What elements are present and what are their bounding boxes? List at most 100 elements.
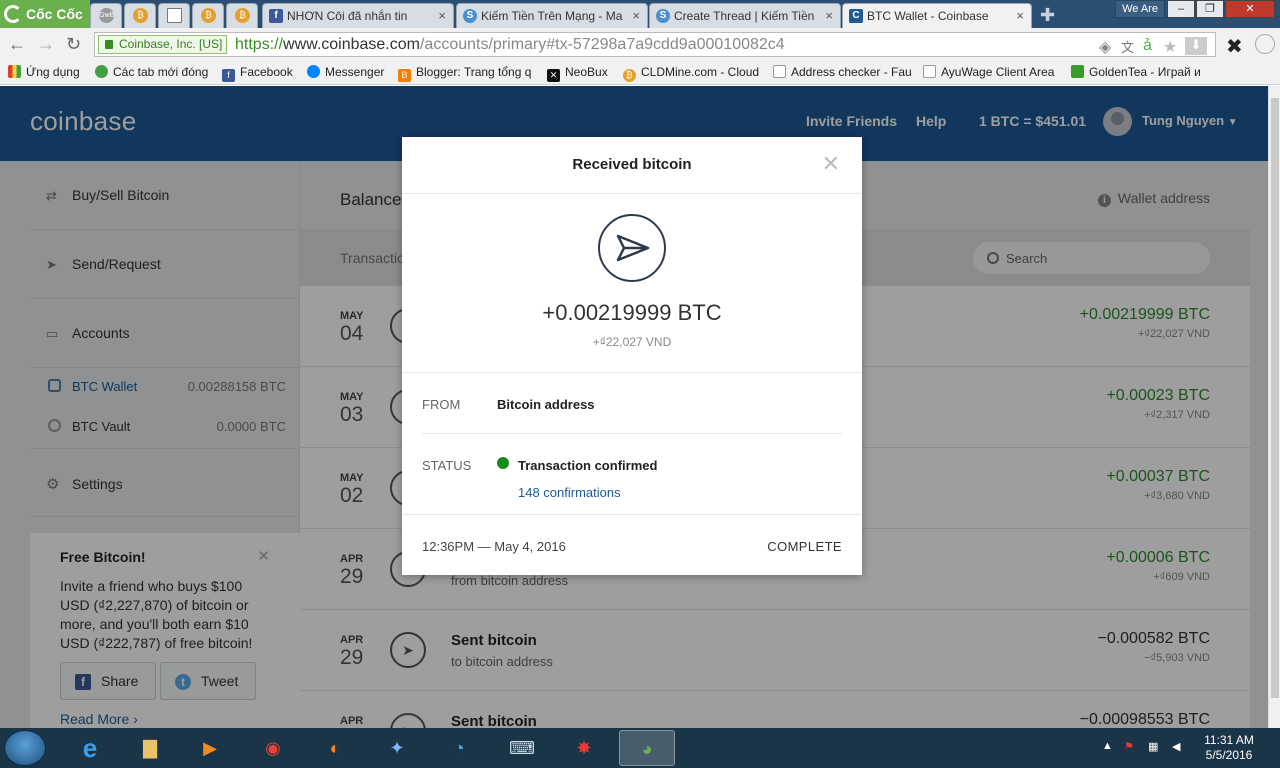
translate-icon[interactable]: ⽂	[1121, 37, 1134, 56]
modal-amount: +0.00219999 BTC	[542, 300, 722, 325]
history-icon	[95, 65, 108, 78]
page-icon	[773, 65, 786, 78]
blogger-icon: B	[398, 69, 411, 82]
gwb-icon: GwB	[99, 8, 114, 23]
download-icon[interactable]: ⬇	[1185, 37, 1207, 55]
status-dot-icon	[497, 457, 509, 469]
bookmark-cldmine[interactable]: ₿ CLDMine.com - Cloud	[623, 65, 759, 82]
firefox-icon[interactable]: ◐	[307, 730, 363, 766]
pinned-tab[interactable]: ₿	[124, 3, 156, 28]
status-label: STATUS	[422, 458, 472, 473]
modal-header: Received bitcoin ✕	[402, 137, 862, 194]
vietnamese-input-icon[interactable]: ả	[1143, 37, 1152, 55]
coinbase-icon: C	[849, 9, 863, 23]
send-arrow-icon	[598, 214, 666, 282]
app-icon[interactable]: ✦	[369, 730, 425, 766]
tray-expand-icon[interactable]: ▲	[1102, 740, 1113, 752]
url-text: https://www.coinbase.com/accounts/primar…	[235, 36, 785, 53]
close-icon[interactable]: ✕	[822, 151, 840, 177]
bookmark-neobux[interactable]: ✕ NeoBux	[547, 65, 608, 82]
from-value: Bitcoin address	[497, 397, 595, 412]
extension-badge-icon[interactable]: ✖	[1226, 34, 1243, 59]
s-site-icon: S	[463, 9, 477, 23]
apps-grid-icon	[8, 65, 21, 78]
profile-label[interactable]: We Are	[1115, 0, 1165, 18]
volume-icon[interactable]: ◀	[1172, 740, 1180, 753]
minimize-button[interactable]: –	[1167, 0, 1195, 18]
chrome-icon[interactable]: ◉	[245, 730, 301, 766]
address-bar: ← → ↻ Coinbase, Inc. [US] https://www.co…	[0, 28, 1280, 61]
url-field[interactable]: Coinbase, Inc. [US] https://www.coinbase…	[94, 32, 1216, 57]
divider	[422, 433, 842, 434]
bitcoin-icon: ₿	[235, 8, 250, 23]
page-scrollbar[interactable]	[1268, 86, 1280, 728]
s-site-icon: S	[656, 9, 670, 23]
ie-icon[interactable]: e	[62, 730, 118, 766]
tab-kiem-tien[interactable]: S Kiếm Tiền Trên Mạng - Ma ×	[456, 3, 648, 28]
neobux-icon: ✕	[547, 69, 560, 82]
bookmark-apps[interactable]: Ứng dụng	[8, 65, 80, 79]
new-tab-button[interactable]: ✚	[1040, 5, 1055, 26]
tab-close-icon[interactable]: ×	[438, 8, 446, 23]
start-button[interactable]	[4, 730, 46, 766]
pinned-tab[interactable]: GwB	[90, 3, 122, 28]
pinned-tab[interactable]: ₿	[192, 3, 224, 28]
bookmark-star-icon[interactable]: ★	[1163, 37, 1177, 57]
close-window-button[interactable]: ✕	[1225, 0, 1275, 18]
bookmarks-bar: Ứng dụng Các tab mới đóng f Facebook Mess…	[0, 61, 1280, 85]
clock[interactable]: 11:31 AM 5/5/2016	[1193, 733, 1265, 763]
bookmark-messenger[interactable]: Messenger	[307, 65, 384, 79]
bookmark-recent-tabs[interactable]: Các tab mới đóng	[95, 65, 208, 79]
scrollbar-thumb[interactable]	[1271, 98, 1279, 698]
tab-close-icon[interactable]: ×	[632, 8, 640, 23]
tab-close-icon[interactable]: ×	[1016, 8, 1024, 23]
menu-icon[interactable]	[1255, 34, 1275, 54]
taskbar: e ▇ ▶ ◉ ◐ ✦ ◔ ⌨ ✸ ◕ ▲ ⚑ ▦ ◀ 11:31 AM 5/5/…	[0, 728, 1280, 768]
confirmations-link[interactable]: 148 confirmations	[518, 485, 621, 500]
security-badge[interactable]: Coinbase, Inc. [US]	[98, 35, 228, 54]
bookmark-ayuwage[interactable]: AyuWage Client Area	[923, 65, 1054, 79]
modal-timestamp: 12:36PM — May 4, 2016	[422, 539, 566, 554]
page-icon	[167, 8, 182, 23]
app-icon[interactable]: ✸	[556, 730, 612, 766]
coccoc-logo-icon	[4, 5, 22, 23]
browser-tab-bar: Cốc Cốc GwB ₿ ₿ ₿ f NHƠN Côi đã nhắn tin…	[0, 0, 1280, 29]
modal-fiat: +₫22,027 VND	[592, 335, 672, 349]
modal-title: Received bitcoin	[572, 156, 692, 173]
bookmark-facebook[interactable]: f Facebook	[222, 65, 293, 82]
tab-btc-wallet[interactable]: C BTC Wallet - Coinbase ×	[842, 3, 1032, 29]
forward-button[interactable]: →	[37, 34, 55, 55]
extension-icon[interactable]: ◈	[1099, 37, 1111, 57]
facebook-icon: f	[269, 9, 283, 23]
messenger-icon	[307, 65, 320, 78]
bookmark-blogger[interactable]: B Blogger: Trang tổng q	[398, 65, 531, 82]
bitcoin-icon: ₿	[133, 8, 148, 23]
bookmark-address-checker[interactable]: Address checker - Fau	[773, 65, 912, 79]
bitcoin-icon: ₿	[623, 69, 636, 82]
maximize-button[interactable]: ❐	[1196, 0, 1224, 18]
coccoc-browser-icon[interactable]: ◕	[619, 730, 675, 766]
tab-create-thread[interactable]: S Create Thread | Kiếm Tiền ×	[649, 3, 841, 28]
tab-facebook-message[interactable]: f NHƠN Côi đã nhắn tin ×	[262, 3, 454, 28]
bookmark-goldentea[interactable]: GoldenTea - Играй и	[1071, 65, 1201, 79]
media-player-icon[interactable]: ▶	[182, 730, 238, 766]
browser-logo[interactable]: Cốc Cốc	[0, 0, 90, 28]
flag-icon[interactable]: ⚑	[1124, 740, 1134, 753]
tab-close-icon[interactable]: ×	[825, 8, 833, 23]
divider	[402, 514, 862, 515]
keyboard-icon[interactable]: ⌨	[494, 730, 550, 766]
pinned-tab[interactable]: ₿	[226, 3, 258, 28]
transaction-modal: Received bitcoin ✕ +0.00219999 BTC +₫22,…	[402, 137, 862, 575]
pinned-tab[interactable]	[158, 3, 190, 28]
divider	[402, 372, 862, 373]
page-icon	[923, 65, 936, 78]
network-icon[interactable]: ▦	[1148, 740, 1158, 753]
coinbase-page: coinbase Invite Friends Help 1 BTC = $45…	[0, 86, 1268, 728]
bitcoin-icon: ₿	[201, 8, 216, 23]
file-explorer-icon[interactable]: ▇	[122, 730, 178, 766]
reload-button[interactable]: ↻	[66, 34, 81, 55]
status-value: Transaction confirmed	[518, 458, 658, 473]
facebook-icon: f	[222, 69, 235, 82]
coccoc-icon[interactable]: ◔	[431, 730, 487, 766]
back-button[interactable]: ←	[8, 34, 26, 55]
